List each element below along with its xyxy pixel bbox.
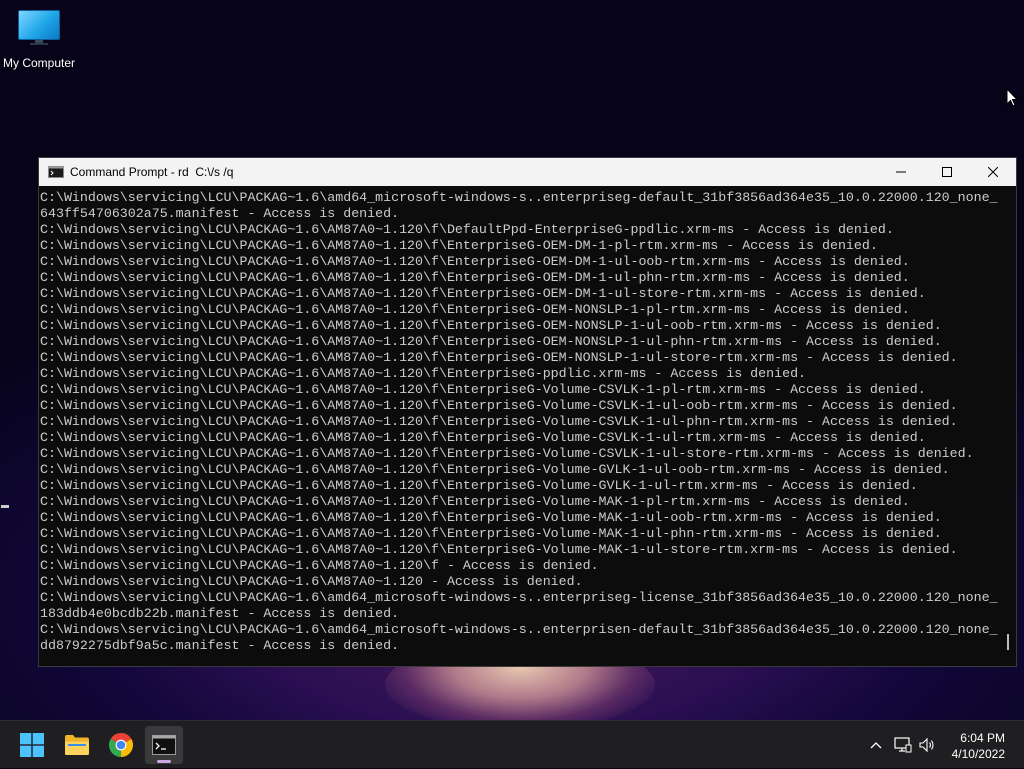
- volume-icon: [919, 737, 934, 753]
- maximize-button[interactable]: [924, 158, 970, 186]
- desktop-icon-label: My Computer: [2, 56, 76, 70]
- console-line: C:\Windows\servicing\LCU\PACKAG~1.6\AM87…: [40, 510, 942, 525]
- console-line: C:\Windows\servicing\LCU\PACKAG~1.6\amd6…: [40, 590, 998, 605]
- console-line: C:\Windows\servicing\LCU\PACKAG~1.6\AM87…: [40, 526, 942, 541]
- scrollbar-thumb[interactable]: [1007, 634, 1009, 650]
- close-icon: [988, 167, 998, 177]
- console-line: C:\Windows\servicing\LCU\PACKAG~1.6\AM87…: [40, 366, 807, 381]
- console-line: C:\Windows\servicing\LCU\PACKAG~1.6\AM87…: [40, 238, 878, 253]
- console-line: 643ff54706302a75.manifest - Access is de…: [40, 206, 400, 221]
- chrome-icon: [109, 733, 133, 757]
- console-line: C:\Windows\servicing\LCU\PACKAG~1.6\AM87…: [40, 254, 910, 269]
- console-line: C:\Windows\servicing\LCU\PACKAG~1.6\AM87…: [40, 494, 910, 509]
- windows-start-icon: [20, 733, 44, 757]
- console-line: C:\Windows\servicing\LCU\PACKAG~1.6\AM87…: [40, 350, 958, 365]
- console-line: C:\Windows\servicing\LCU\PACKAG~1.6\amd6…: [40, 190, 998, 205]
- minimize-button[interactable]: [878, 158, 924, 186]
- mouse-cursor-icon: [1006, 88, 1018, 107]
- console-line: C:\Windows\servicing\LCU\PACKAG~1.6\AM87…: [40, 222, 894, 237]
- console-line: C:\Windows\servicing\LCU\PACKAG~1.6\AM87…: [40, 574, 583, 589]
- console-line: C:\Windows\servicing\LCU\PACKAG~1.6\AM87…: [40, 478, 918, 493]
- folder-icon: [65, 735, 89, 755]
- console-line: 183ddb4e0bcdb22b.manifest - Access is de…: [40, 606, 400, 621]
- taskbar-clock[interactable]: 6:04 PM 4/10/2022: [952, 730, 1005, 762]
- computer-monitor-icon: [18, 10, 60, 45]
- console-scrollbar[interactable]: [1002, 186, 1012, 666]
- minimize-icon: [896, 171, 906, 173]
- console-line: C:\Windows\servicing\LCU\PACKAG~1.6\AM87…: [40, 430, 926, 445]
- window-title: Command Prompt - rd C:\/s /q: [70, 165, 234, 179]
- taskbar-file-explorer[interactable]: [58, 726, 96, 764]
- maximize-icon: [942, 167, 952, 177]
- console-line: dd8792275dbf9a5c.manifest - Access is de…: [40, 638, 400, 653]
- console-line: C:\Windows\servicing\LCU\PACKAG~1.6\AM87…: [40, 446, 974, 461]
- taskbar: 6:04 PM 4/10/2022: [0, 720, 1024, 768]
- clock-date: 4/10/2022: [951, 747, 1005, 761]
- console-output[interactable]: C:\Windows\servicing\LCU\PACKAG~1.6\amd6…: [39, 186, 1001, 666]
- tray-overflow-button[interactable]: [865, 721, 887, 769]
- console-line: C:\Windows\servicing\LCU\PACKAG~1.6\AM87…: [40, 542, 958, 557]
- volume-button[interactable]: [917, 721, 939, 769]
- active-app-indicator: [157, 760, 171, 763]
- close-button[interactable]: [970, 158, 1016, 186]
- command-prompt-window[interactable]: Command Prompt - rd C:\/s /q C:\Windows\…: [38, 157, 1017, 667]
- command-prompt-icon: [48, 166, 64, 178]
- console-line: C:\Windows\servicing\LCU\PACKAG~1.6\AM87…: [40, 318, 942, 333]
- chevron-up-icon: [870, 742, 882, 749]
- taskbar-command-prompt[interactable]: [145, 726, 183, 764]
- command-prompt-icon: [152, 735, 176, 755]
- console-line: C:\Windows\servicing\LCU\PACKAG~1.6\AM87…: [40, 398, 958, 413]
- network-button[interactable]: [892, 721, 914, 769]
- console-line: C:\Windows\servicing\LCU\PACKAG~1.6\AM87…: [40, 462, 950, 477]
- taskbar-chrome[interactable]: [102, 726, 140, 764]
- start-button[interactable]: [13, 726, 51, 764]
- console-line: C:\Windows\servicing\LCU\PACKAG~1.6\AM87…: [40, 286, 926, 301]
- console-line: C:\Windows\servicing\LCU\PACKAG~1.6\AM87…: [40, 414, 958, 429]
- console-line: C:\Windows\servicing\LCU\PACKAG~1.6\AM87…: [40, 382, 926, 397]
- desktop-icon-my-computer[interactable]: My Computer: [0, 8, 78, 70]
- window-titlebar[interactable]: Command Prompt - rd C:\/s /q: [39, 158, 1016, 186]
- console-line: C:\Windows\servicing\LCU\PACKAG~1.6\AM87…: [40, 558, 599, 573]
- console-line: C:\Windows\servicing\LCU\PACKAG~1.6\amd6…: [40, 622, 998, 637]
- console-line: C:\Windows\servicing\LCU\PACKAG~1.6\AM87…: [40, 302, 910, 317]
- console-line: C:\Windows\servicing\LCU\PACKAG~1.6\AM87…: [40, 270, 910, 285]
- clock-time: 6:04 PM: [960, 731, 1005, 745]
- console-cursor: [1, 505, 9, 508]
- console-line: C:\Windows\servicing\LCU\PACKAG~1.6\AM87…: [40, 334, 942, 349]
- network-icon: [894, 737, 912, 753]
